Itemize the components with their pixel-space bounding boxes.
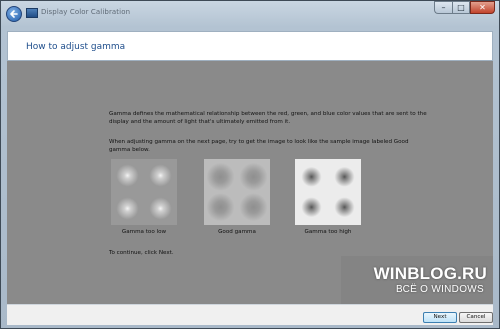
- gamma-too-high-sample: [295, 159, 361, 225]
- display-calibration-icon: [26, 8, 38, 18]
- good-gamma-label: Good gamma: [218, 229, 256, 235]
- next-button[interactable]: Next: [423, 312, 457, 323]
- gamma-definition-text: Gamma defines the mathematical relations…: [109, 111, 427, 126]
- gamma-too-low-label: Gamma too low: [121, 229, 167, 235]
- good-gamma-sample: [204, 159, 270, 225]
- page-title: How to adjust gamma: [26, 42, 126, 52]
- calibration-window: Display Color Calibration – □ ✕ How to a…: [0, 0, 500, 329]
- back-button[interactable]: [6, 6, 22, 22]
- gamma-too-high-label: Gamma too high: [304, 229, 352, 235]
- window-title: Display Color Calibration: [41, 8, 131, 16]
- maximize-icon: □: [457, 3, 465, 12]
- watermark-tagline: ВСЁ О WINDOWS: [395, 284, 484, 295]
- watermark: WINBLOG.RU ВСЁ О WINDOWS: [341, 256, 493, 304]
- cancel-button[interactable]: Cancel: [459, 312, 493, 323]
- watermark-site: WINBLOG.RU: [373, 264, 487, 283]
- title-bar: Display Color Calibration – □ ✕: [1, 1, 499, 29]
- close-icon: ✕: [479, 3, 486, 12]
- gamma-too-low-sample: [111, 159, 177, 225]
- maximize-button[interactable]: □: [452, 1, 470, 14]
- minimize-icon: –: [441, 3, 446, 12]
- minimize-button[interactable]: –: [434, 1, 452, 14]
- header-panel: How to adjust gamma: [7, 31, 493, 61]
- gamma-instruction-text: When adjusting gamma on the next page, t…: [109, 139, 409, 154]
- close-button[interactable]: ✕: [470, 1, 495, 14]
- footer-bar: Next Cancel: [7, 304, 493, 325]
- back-arrow-icon: [10, 10, 18, 18]
